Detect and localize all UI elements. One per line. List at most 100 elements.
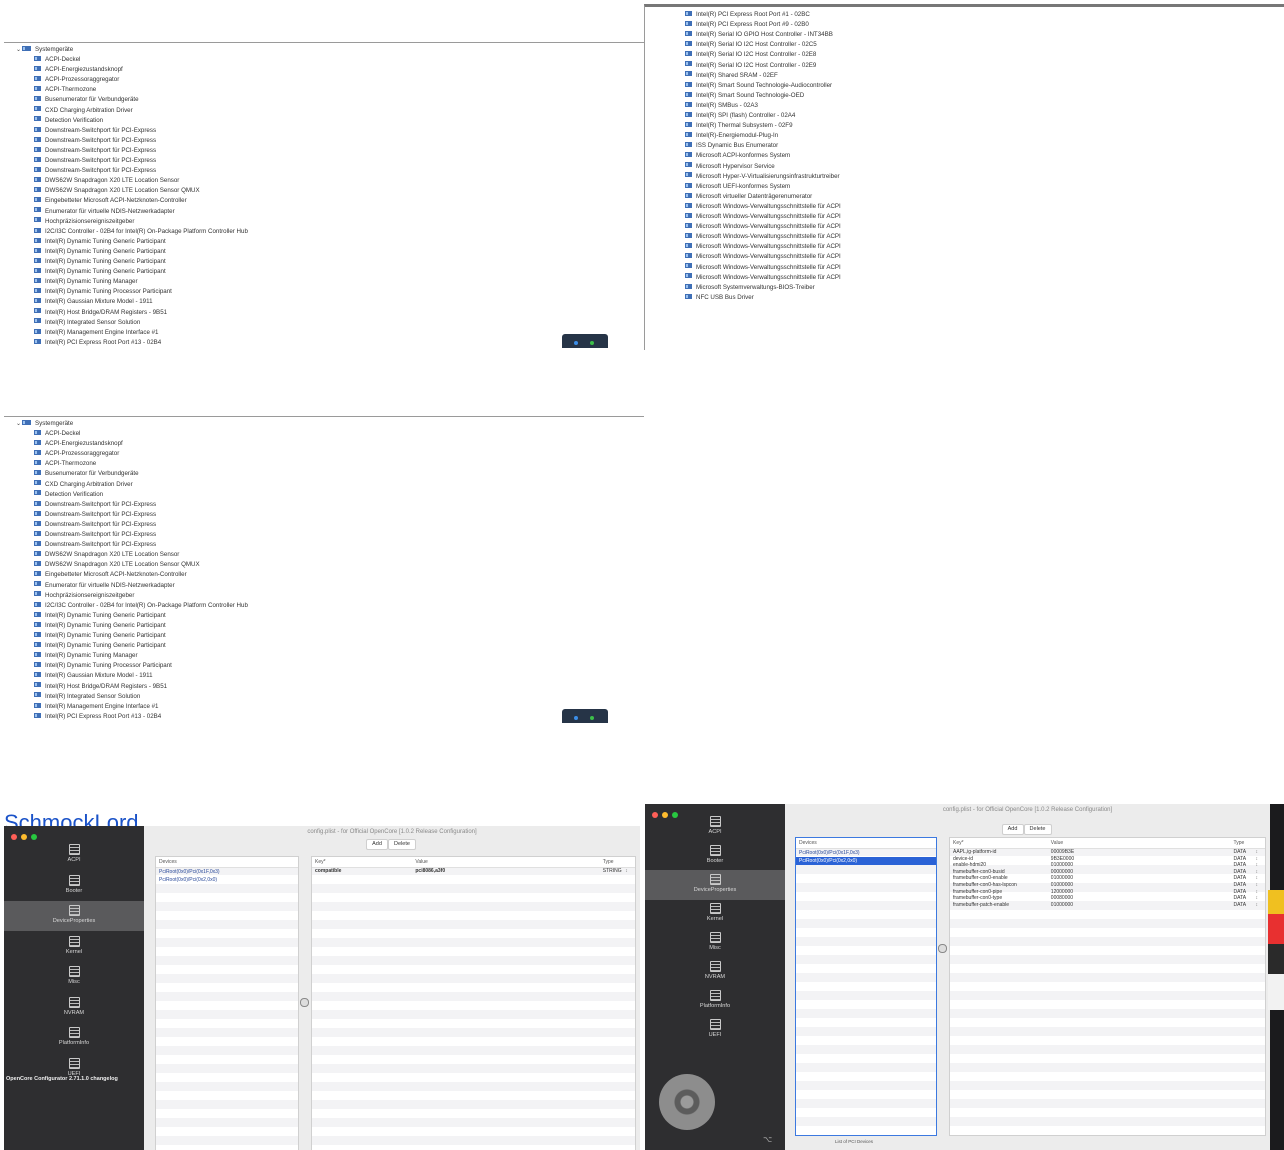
sidebar-item-kernel[interactable]: Kernel: [4, 932, 144, 962]
device-list-item[interactable]: Intel(R) Integrated Sensor Solution: [34, 318, 140, 328]
device-list-item[interactable]: Intel(R) Dynamic Tuning Generic Particip…: [34, 641, 166, 651]
type-stepper-icon[interactable]: ↕: [1256, 901, 1259, 909]
split-divider-handle[interactable]: [300, 998, 309, 1007]
device-list-item[interactable]: Intel(R) Integrated Sensor Solution: [34, 692, 140, 702]
device-path-item[interactable]: PciRoot(0x0)/Pci(0x1F,0x3): [796, 849, 936, 857]
device-list-item[interactable]: Intel(R) Dynamic Tuning Manager: [34, 651, 138, 661]
sidebar-item-booter[interactable]: Booter: [4, 871, 144, 901]
device-list-item[interactable]: Intel(R) Dynamic Tuning Manager: [34, 277, 138, 287]
device-list-item[interactable]: Intel(R) Dynamic Tuning Generic Particip…: [34, 621, 166, 631]
column-header-key[interactable]: Key*: [315, 857, 326, 867]
split-divider-handle[interactable]: [938, 944, 947, 953]
device-list-item[interactable]: ACPI-Prozessoraggregator: [34, 449, 119, 459]
device-list-item[interactable]: Intel(R) SMBus - 02A3: [685, 101, 758, 111]
devices-list[interactable]: Devices PciRoot(0x0)/Pci(0x1F,0x3) PciRoot…: [155, 856, 299, 1150]
device-list-item[interactable]: Intel(R) Dynamic Tuning Generic Particip…: [34, 247, 166, 257]
property-row[interactable]: framebuffer-patch-enable 01000000 DATA ↕: [950, 902, 1265, 909]
property-row[interactable]: AAPL,ig-platform-id 00009B3E DATA ↕: [950, 849, 1265, 856]
device-list-item[interactable]: I2C/I3C Controller - 02B4 for Intel(R) O…: [34, 601, 248, 611]
device-list-item[interactable]: Hochpräzisionsereigniszeitgeber: [34, 591, 134, 601]
device-list-item[interactable]: Microsoft Windows-Verwaltungsschnittstel…: [685, 212, 841, 222]
column-header-value[interactable]: Value: [415, 857, 427, 867]
device-list-item[interactable]: Intel(R) Serial IO I2C Host Controller -…: [685, 50, 816, 60]
close-button[interactable]: [11, 834, 17, 840]
device-list-item[interactable]: I2C/I3C Controller - 02B4 for Intel(R) O…: [34, 227, 248, 237]
properties-table[interactable]: Key* Value Type compatible pci8086,a3f0 STRIN…: [311, 856, 636, 1150]
device-list-item[interactable]: ACPI-Prozessoraggregator: [34, 75, 119, 85]
device-list-item[interactable]: ACPI-Thermozone: [34, 85, 96, 95]
device-list-item[interactable]: Intel(R)-Energiemodul-Plug-In: [685, 131, 778, 141]
device-list-item[interactable]: Microsoft Windows-Verwaltungsschnittstel…: [685, 222, 841, 232]
device-list-item[interactable]: Downstream-Switchport für PCI-Express: [34, 136, 156, 146]
device-list-item[interactable]: ACPI-Deckel: [34, 55, 80, 65]
zoom-button[interactable]: [31, 834, 37, 840]
device-list-item[interactable]: DWS62W Snapdragon X20 LTE Location Senso…: [34, 176, 179, 186]
device-list-item[interactable]: Downstream-Switchport für PCI-Express: [34, 166, 156, 176]
zoom-button[interactable]: [672, 812, 678, 818]
close-button[interactable]: [652, 812, 658, 818]
device-list-item[interactable]: Microsoft virtueller Datenträgerenumerat…: [685, 192, 812, 202]
device-list-item[interactable]: Intel(R) Management Engine Interface #1: [34, 702, 159, 712]
device-list-item[interactable]: Intel(R) Dynamic Tuning Generic Particip…: [34, 237, 166, 247]
device-list-item[interactable]: Intel(R) SPI (flash) Controller - 02A4: [685, 111, 795, 121]
device-list-item[interactable]: DWS62W Snapdragon X20 LTE Location Senso…: [34, 186, 200, 196]
device-list-item[interactable]: Downstream-Switchport für PCI-Express: [34, 540, 156, 550]
device-list-item[interactable]: Microsoft Windows-Verwaltungsschnittstel…: [685, 242, 841, 252]
device-list-item[interactable]: Eingebetteter Microsoft ACPI-Netzknoten-…: [34, 570, 187, 580]
device-list-item[interactable]: Intel(R) Management Engine Interface #1: [34, 328, 159, 338]
device-list-item[interactable]: Microsoft Hyper-V-Virtualisierungsinfras…: [685, 172, 840, 182]
tree-root-systemgeraete[interactable]: ⌄ Systemgeräte: [16, 45, 73, 55]
device-list-item[interactable]: ACPI-Deckel: [34, 429, 80, 439]
minimize-button[interactable]: [662, 812, 668, 818]
add-button[interactable]: Add: [366, 839, 388, 850]
device-list-item[interactable]: Intel(R) Serial IO GPIO Host Controller …: [685, 30, 833, 40]
device-list-item[interactable]: DWS62W Snapdragon X20 LTE Location Senso…: [34, 560, 200, 570]
device-list-item[interactable]: Detection Verification: [34, 116, 103, 126]
device-list-item[interactable]: Microsoft ACPI-konformes System: [685, 151, 790, 161]
type-stepper-icon[interactable]: ↕: [625, 867, 628, 875]
device-list-item[interactable]: Microsoft Systemverwaltungs-BIOS-Treiber: [685, 283, 815, 293]
device-list-item[interactable]: CXD Charging Arbitration Driver: [34, 106, 133, 116]
column-header-type[interactable]: Type: [1234, 838, 1245, 848]
device-list-item[interactable]: Intel(R) Shared SRAM - 02EF: [685, 71, 778, 81]
minimize-button[interactable]: [21, 834, 27, 840]
device-list-item[interactable]: Intel(R) Dynamic Tuning Generic Particip…: [34, 267, 166, 277]
device-list-item[interactable]: Detection Verification: [34, 490, 103, 500]
device-list-item[interactable]: Busenumerator für Verbundgeräte: [34, 95, 139, 105]
device-list-item[interactable]: Enumerator für virtuelle NDIS-Netzwerkad…: [34, 581, 175, 591]
device-path-item[interactable]: PciRoot(0x0)/Pci(0x2,0x0): [156, 876, 298, 884]
sidebar-item-platforminfo[interactable]: PlatformInfo: [645, 986, 785, 1016]
device-list-item[interactable]: Microsoft Windows-Verwaltungsschnittstel…: [685, 273, 841, 283]
device-list-item[interactable]: Intel(R) Dynamic Tuning Processor Partic…: [34, 661, 172, 671]
device-list-item[interactable]: Intel(R) Host Bridge/DRAM Registers - 9B…: [34, 308, 167, 318]
column-header-value[interactable]: Value: [1051, 838, 1063, 848]
column-header-type[interactable]: Type: [603, 857, 614, 867]
device-list-item[interactable]: Intel(R) PCI Express Root Port #1 - 02BC: [685, 10, 810, 20]
device-list-item[interactable]: Intel(R) Smart Sound Technologie-Audioco…: [685, 81, 832, 91]
device-list-item[interactable]: Intel(R) Dynamic Tuning Processor Partic…: [34, 287, 172, 297]
device-path-item[interactable]: PciRoot(0x0)/Pci(0x1F,0x3): [156, 868, 298, 876]
device-list-item[interactable]: Enumerator für virtuelle NDIS-Netzwerkad…: [34, 207, 175, 217]
property-row[interactable]: compatible pci8086,a3f0 STRING ↕: [312, 868, 635, 875]
device-list-item[interactable]: Intel(R) Thermal Subsystem - 02F9: [685, 121, 793, 131]
sidebar-item-nvram[interactable]: NVRAM: [645, 957, 785, 987]
properties-table[interactable]: Key* Value Type AAPL,ig-platform-id 00009B3E…: [949, 837, 1266, 1136]
device-list-item[interactable]: NFC USB Bus Driver: [685, 293, 754, 303]
sidebar-item-deviceproperties[interactable]: DeviceProperties: [645, 870, 785, 900]
device-list-item[interactable]: Microsoft Windows-Verwaltungsschnittstel…: [685, 252, 841, 262]
sidebar-item-deviceproperties[interactable]: DeviceProperties: [4, 901, 144, 931]
sidebar-item-acpi[interactable]: ACPI: [4, 840, 144, 870]
device-list-item[interactable]: Intel(R) Dynamic Tuning Generic Particip…: [34, 611, 166, 621]
device-list-item[interactable]: DWS62W Snapdragon X20 LTE Location Senso…: [34, 550, 179, 560]
delete-button[interactable]: Delete: [388, 839, 416, 850]
tree-root-systemgeraete[interactable]: ⌄ Systemgeräte: [16, 419, 73, 429]
device-list-item[interactable]: Intel(R) Dynamic Tuning Generic Particip…: [34, 631, 166, 641]
device-list-item[interactable]: Intel(R) PCI Express Root Port #13 - 02B…: [34, 712, 161, 722]
device-list-item[interactable]: Intel(R) Host Bridge/DRAM Registers - 9B…: [34, 682, 167, 692]
device-list-item[interactable]: Intel(R) PCI Express Root Port #13 - 02B…: [34, 338, 161, 348]
sidebar-item-booter[interactable]: Booter: [645, 841, 785, 871]
device-list-item[interactable]: ACPI-Thermozone: [34, 459, 96, 469]
device-list-item[interactable]: Microsoft Windows-Verwaltungsschnittstel…: [685, 232, 841, 242]
device-list-item[interactable]: Intel(R) Gaussian Mixture Model - 1911: [34, 671, 153, 681]
property-row[interactable]: device-id 9B3E0000 DATA ↕: [950, 856, 1265, 863]
